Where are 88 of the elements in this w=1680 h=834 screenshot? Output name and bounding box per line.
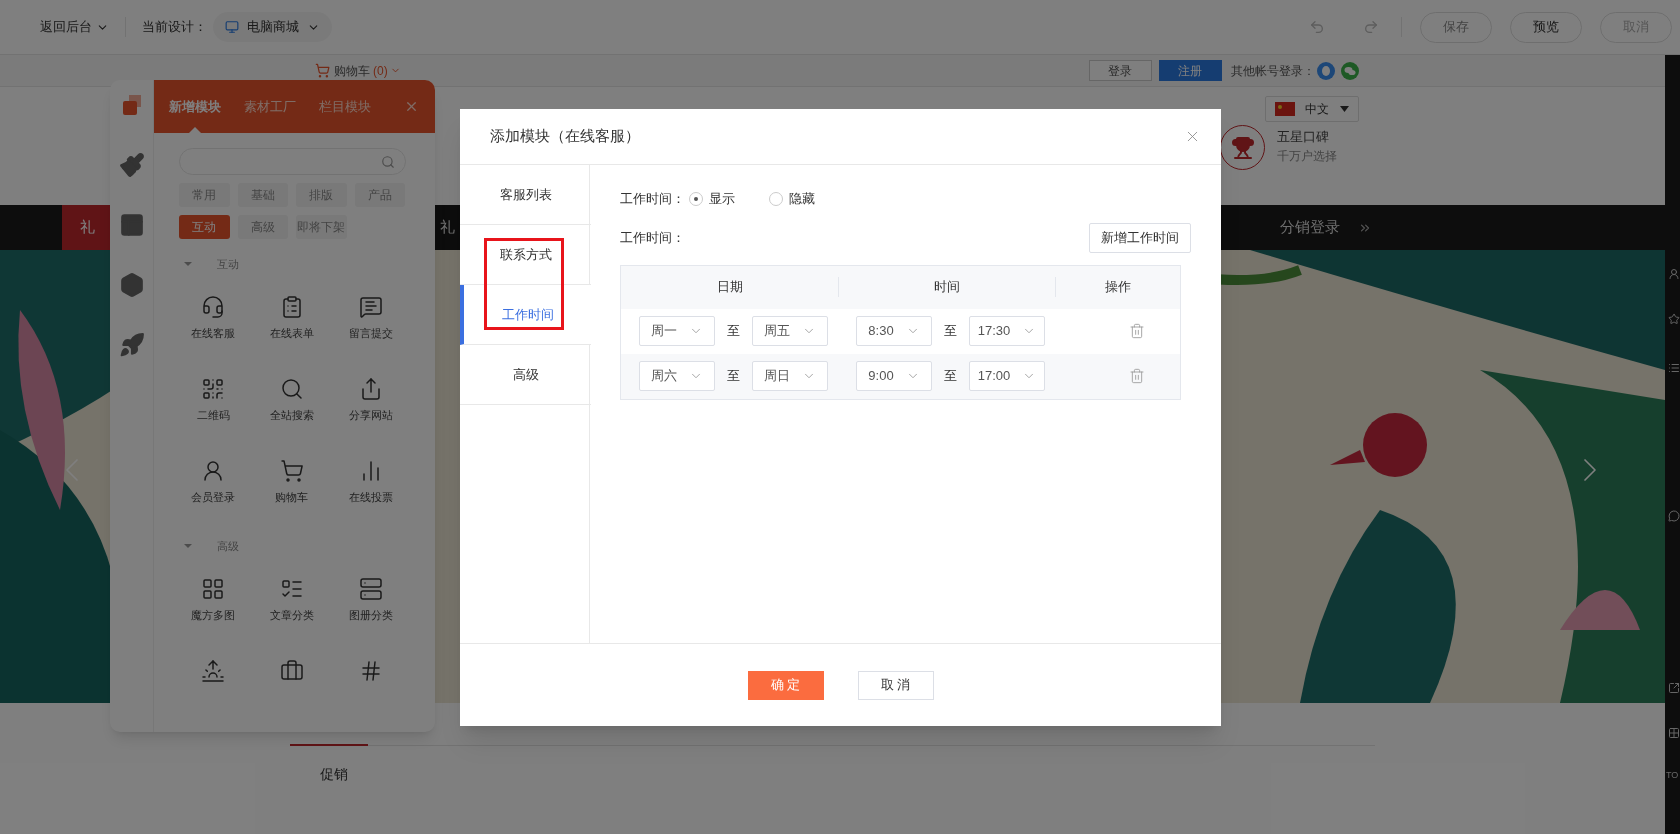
delete-icon[interactable]	[1128, 323, 1145, 339]
radio-label[interactable]: 显示	[709, 189, 735, 209]
chat-icon[interactable]	[1668, 510, 1680, 522]
briefcase-icon[interactable]	[280, 659, 304, 683]
penguin-icon[interactable]	[1316, 61, 1335, 80]
panel-tab[interactable]: 新增模块	[169, 80, 221, 133]
qr-code-icon[interactable]	[201, 377, 226, 401]
panel-tab[interactable]: 栏目模块	[319, 80, 371, 133]
time-select[interactable]: 17:00	[969, 361, 1045, 391]
cart-icon[interactable]	[280, 459, 304, 483]
list-icon[interactable]	[1668, 362, 1680, 374]
day-select[interactable]: 周一	[639, 316, 715, 346]
hexagon-icon[interactable]	[118, 272, 145, 298]
module-label[interactable]: 分享网站	[348, 407, 393, 424]
cart-icon	[315, 63, 330, 78]
module-label[interactable]: 全站搜索	[270, 407, 314, 424]
day-select[interactable]: 周六	[639, 361, 715, 391]
register-button[interactable]: 注册	[1158, 60, 1222, 81]
module-label[interactable]: 在线客服	[191, 325, 236, 342]
module-label[interactable]: 图册分类	[348, 607, 393, 624]
search-icon[interactable]	[280, 377, 304, 401]
dialog-tab[interactable]: 工作时间	[460, 285, 591, 345]
top-label[interactable]: TO	[1666, 771, 1679, 780]
dialog-tab[interactable]: 高级	[460, 345, 591, 405]
module-label[interactable]: 魔方多图	[191, 607, 236, 624]
layout-icon[interactable]	[118, 212, 145, 238]
column-header: 操作	[1105, 278, 1131, 297]
module-label[interactable]: 购物车	[275, 489, 309, 506]
time-select[interactable]: 9:00	[856, 361, 932, 391]
confirm-button[interactable]: 确 定	[747, 670, 824, 700]
delete-icon[interactable]	[1128, 368, 1145, 384]
back-button[interactable]: 返回后台	[40, 17, 109, 37]
badge-title: 五星口碑	[1277, 128, 1330, 146]
module-label[interactable]: 会员登录	[191, 489, 236, 506]
range-separator: 至	[727, 322, 740, 341]
search-icon	[381, 154, 395, 169]
design-label: 当前设计：	[142, 18, 207, 37]
module-label[interactable]: 在线投票	[348, 489, 393, 506]
chat-bubbles-icon[interactable]	[1340, 61, 1359, 80]
cart-count: (0)	[373, 62, 388, 80]
clipboard-icon[interactable]	[280, 295, 304, 319]
column-header: 日期	[716, 278, 743, 297]
caret-icon	[1340, 106, 1349, 112]
language-select[interactable]: 中文	[1265, 96, 1359, 122]
range-separator: 至	[944, 367, 957, 386]
design-dropdown[interactable]: 电脑商城	[213, 12, 332, 42]
flag-icon	[1275, 102, 1295, 116]
login-button[interactable]: 登录	[1088, 60, 1152, 81]
trophy-icon	[1230, 135, 1255, 160]
grid-icon[interactable]	[1668, 727, 1680, 739]
dialog-tab[interactable]: 客服列表	[460, 165, 591, 225]
promo-tab[interactable]: 促销	[320, 764, 360, 785]
star-icon[interactable]	[1668, 313, 1680, 325]
share-icon[interactable]	[1668, 682, 1680, 694]
sunrise-icon[interactable]	[201, 659, 226, 683]
grid-icon[interactable]	[201, 577, 226, 601]
user-icon[interactable]	[1668, 268, 1680, 280]
module-label[interactable]: 在线表单	[270, 325, 314, 342]
monitor-icon	[225, 20, 239, 34]
other-login-label: 其他帐号登录：	[1230, 62, 1315, 80]
module-label[interactable]: 二维码	[196, 407, 230, 424]
range-separator: 至	[944, 322, 957, 341]
day-select[interactable]: 周五	[752, 316, 828, 346]
caret-icon[interactable]	[184, 542, 192, 550]
field-label: 工作时间：	[620, 228, 685, 247]
dialog-title: 添加模块（在线客服）	[490, 126, 640, 147]
cart-link[interactable]: 购物车	[315, 61, 370, 80]
message-icon[interactable]	[358, 295, 383, 319]
day-select[interactable]: 周日	[752, 361, 828, 391]
category-chip[interactable]: 互动	[179, 215, 230, 239]
field-label: 工作时间：	[620, 190, 685, 208]
range-separator: 至	[727, 367, 740, 386]
close-icon[interactable]	[404, 99, 419, 114]
add-work-time-button[interactable]: 新增工作时间	[1089, 222, 1191, 253]
module-label[interactable]: 文章分类	[270, 607, 314, 624]
module-label[interactable]: 留言提交	[348, 325, 393, 342]
time-select[interactable]: 17:30	[969, 316, 1045, 346]
column-header: 时间	[934, 278, 960, 297]
cancel-button[interactable]: 取 消	[857, 670, 934, 700]
nav-item[interactable]: 礼	[440, 205, 460, 250]
caret-icon[interactable]	[184, 260, 192, 268]
brush-icon[interactable]	[118, 152, 145, 178]
time-select[interactable]: 8:30	[856, 316, 932, 346]
server-icon[interactable]	[358, 577, 383, 601]
radio-label[interactable]: 隐藏	[789, 189, 815, 209]
nav-link[interactable]: 分销登录	[1280, 216, 1340, 239]
rocket-icon[interactable]	[118, 332, 145, 358]
headset-icon[interactable]	[201, 295, 226, 319]
